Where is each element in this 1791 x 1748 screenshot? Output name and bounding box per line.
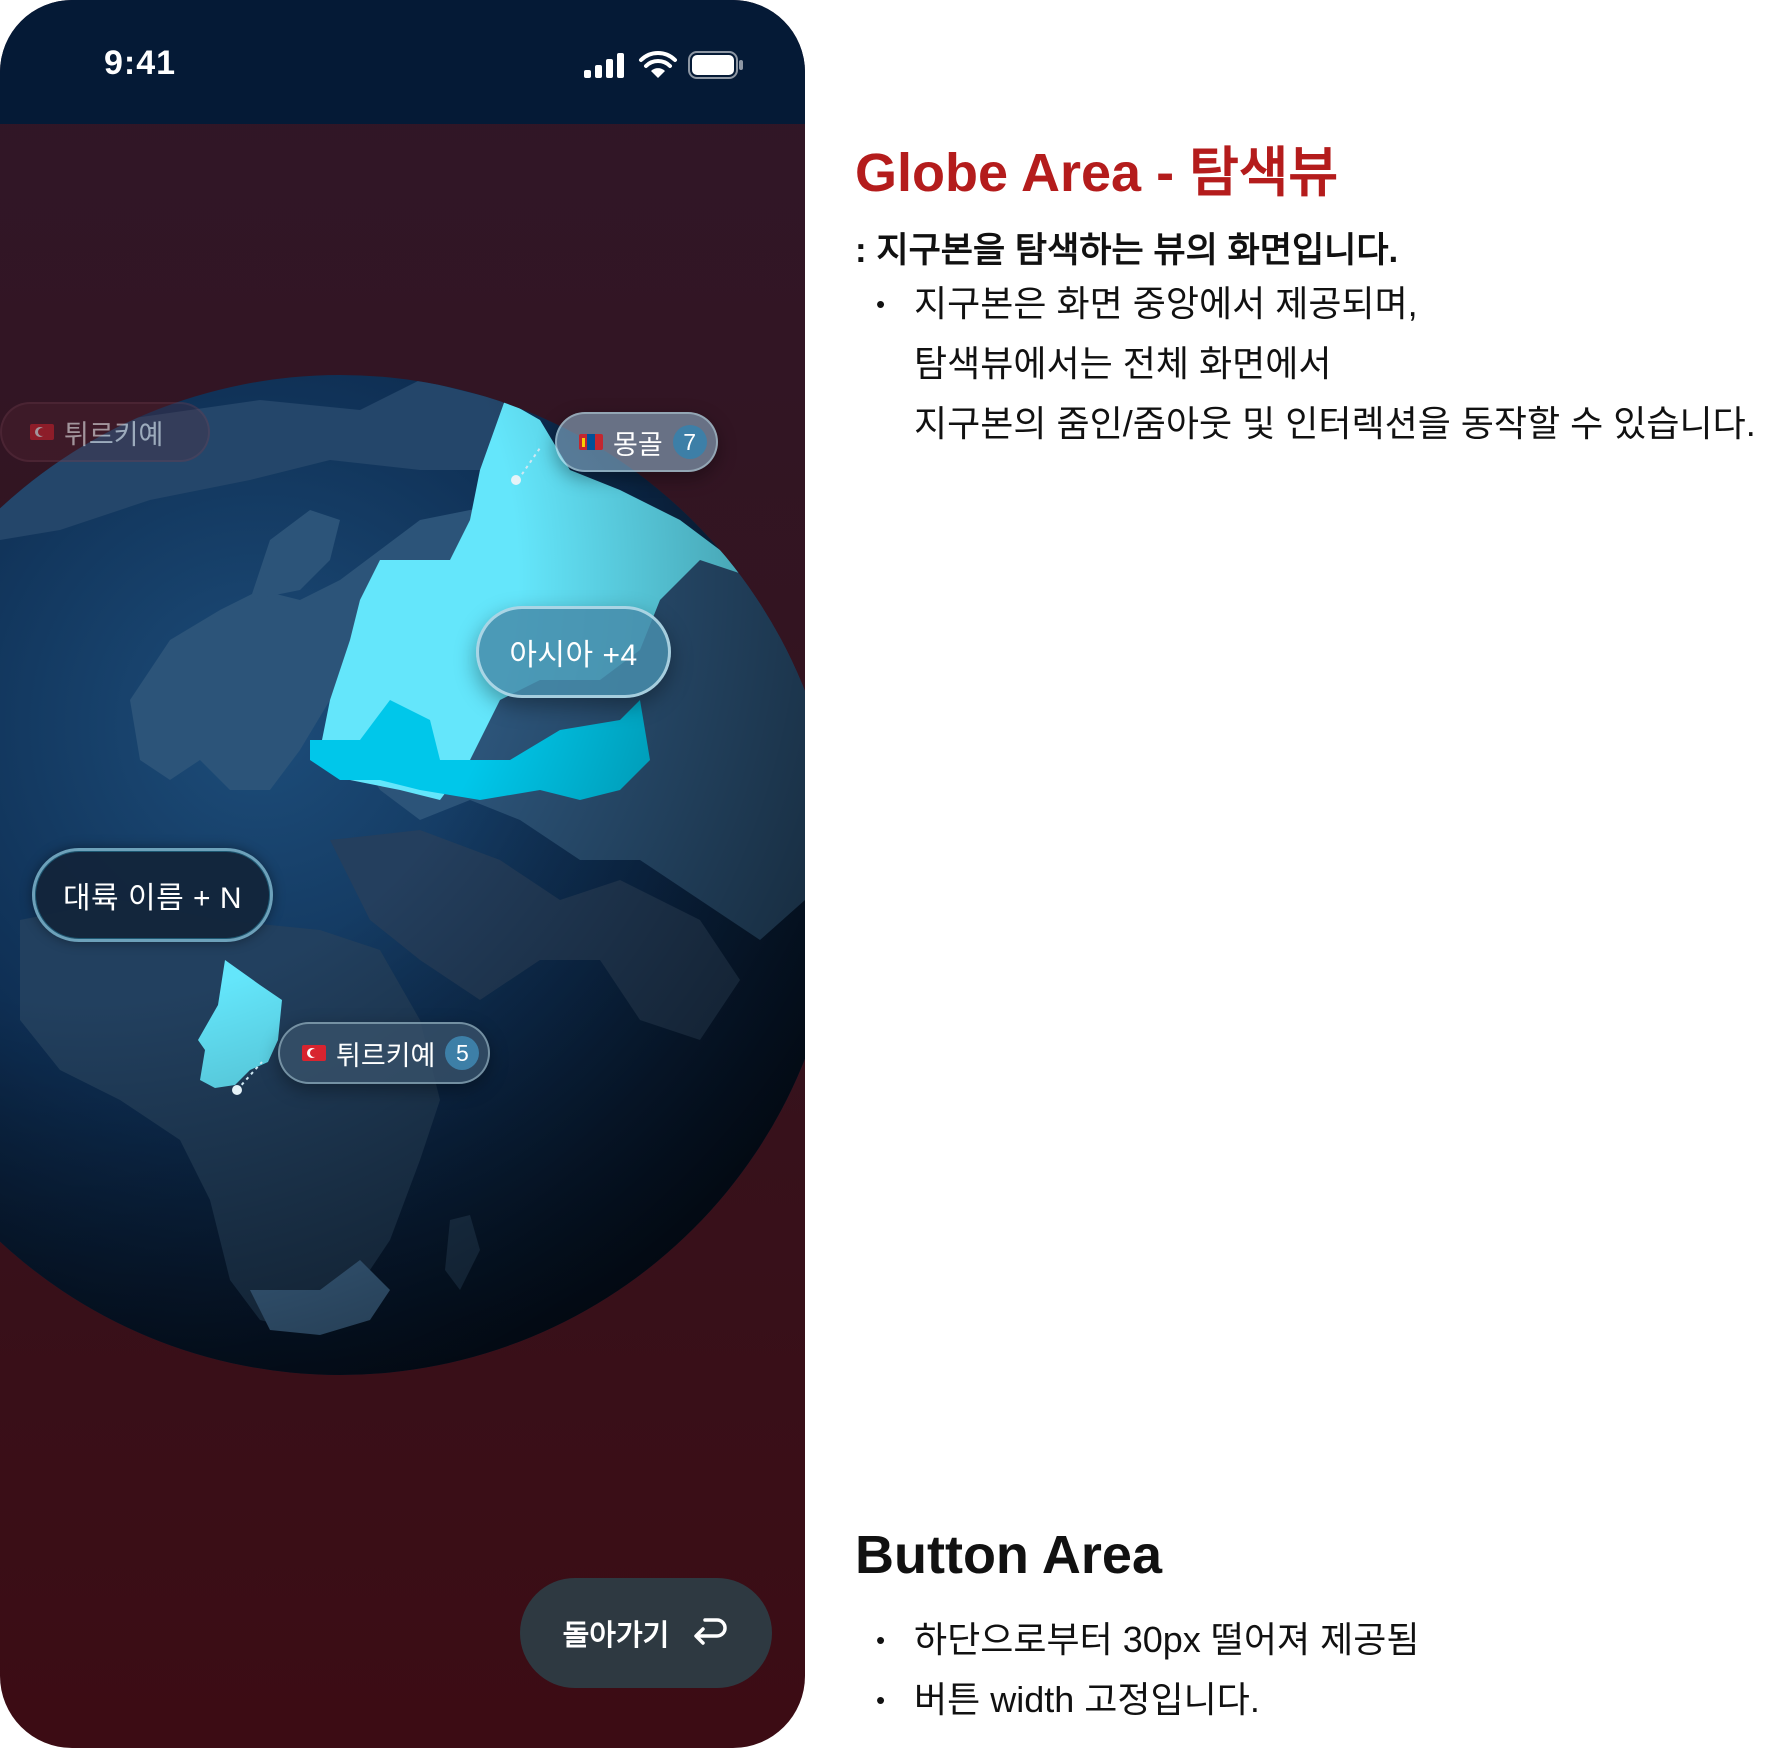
return-icon bbox=[694, 1618, 728, 1645]
turkiye-flag-icon bbox=[30, 424, 54, 440]
status-bar: 9:41 bbox=[0, 0, 805, 124]
turkiye-dot bbox=[232, 1085, 242, 1095]
ghost-chip-label: 튀르키예 bbox=[64, 419, 164, 450]
globe-area-title: Globe Area - 탐색뷰 bbox=[855, 143, 1339, 203]
mongolia-chip-label: 몽골 bbox=[613, 429, 663, 460]
button-area-bullet-2: 버튼 width 고정입니다. bbox=[876, 1670, 1260, 1730]
status-time: 9:41 bbox=[104, 44, 177, 82]
turkiye-chip-label: 튀르키예 bbox=[336, 1040, 436, 1071]
globe-bullet-line-3: 지구본의 줌인/줌아웃 및 인터렉션을 동작할 수 있습니다. bbox=[914, 403, 1756, 444]
button-area-title: Button Area bbox=[855, 1525, 1162, 1585]
country-chip-ghost: 튀르키예 bbox=[0, 402, 210, 462]
button-area-bullet-1: 하단으로부터 30px 떨어져 제공됨 bbox=[876, 1610, 1419, 1670]
back-button[interactable]: 돌아가기 bbox=[520, 1578, 772, 1688]
turkiye-count-badge: 5 bbox=[445, 1036, 480, 1070]
globe-area-subtitle: : 지구본을 탐색하는 뷰의 화면입니다. bbox=[855, 231, 1399, 270]
continent-pill-placeholder[interactable]: 대륙 이름 + N bbox=[32, 848, 273, 942]
globe-bullet-line-1: 지구본은 화면 중앙에서 제공되며, bbox=[914, 283, 1418, 324]
wifi-icon bbox=[639, 50, 677, 78]
globe-bullet-line-2: 탐색뷰에서는 전체 화면에서 bbox=[914, 343, 1332, 384]
country-chip-mongolia[interactable]: 몽골 7 bbox=[555, 412, 718, 472]
mongolia-count-badge: 7 bbox=[672, 425, 707, 459]
continent-pill-asia[interactable]: 아시아 +4 bbox=[476, 606, 671, 698]
mongolia-dot bbox=[511, 475, 521, 485]
globe-area-bullet: 지구본은 화면 중앙에서 제공되며, 탐색뷰에서는 전체 화면에서 지구본의 줌… bbox=[876, 274, 1756, 454]
mongolia-flag-icon bbox=[579, 434, 603, 450]
back-button-label: 돌아가기 bbox=[562, 1620, 670, 1652]
battery-icon bbox=[688, 51, 743, 79]
phone-mockup: 9:41 튀르키예 몽골 7 아시아 +4 대륙 이름 + N 튀르키예 5 돌… bbox=[0, 0, 805, 1748]
signal-icon bbox=[584, 52, 628, 78]
turkiye-flag-icon bbox=[302, 1045, 326, 1061]
country-chip-turkiye[interactable]: 튀르키예 5 bbox=[278, 1022, 490, 1084]
